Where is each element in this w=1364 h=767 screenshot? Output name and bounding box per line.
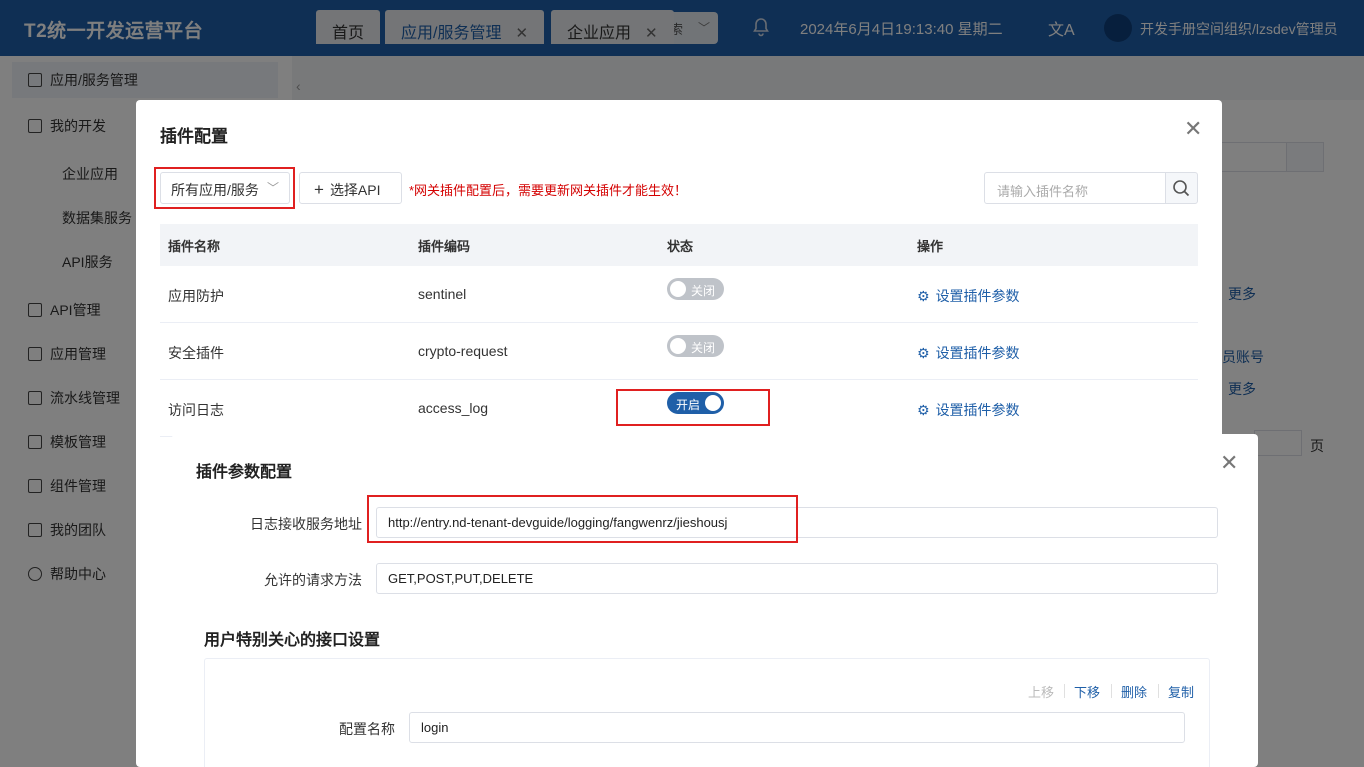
plugin-code: crypto-request <box>418 343 508 359</box>
methods-input[interactable]: GET,POST,PUT,DELETE <box>376 563 1218 594</box>
copy-button[interactable]: 复制 <box>1168 682 1194 701</box>
section-title: 用户特别关心的接口设置 <box>204 632 381 649</box>
table-row: 安全插件 crypto-request 关闭 ⚙ 设置插件参数 <box>160 323 1198 380</box>
column-header: 状态 <box>667 239 694 254</box>
plugin-name: 访问日志 <box>168 402 224 418</box>
table-header: 插件名称 插件编码 状态 操作 <box>160 224 1198 266</box>
set-plugin-params-link[interactable]: ⚙ 设置插件参数 <box>917 400 1020 420</box>
column-header: 插件编码 <box>418 239 471 254</box>
plugin-search-input[interactable]: 请输入插件名称 <box>984 172 1166 204</box>
delete-button[interactable]: 删除 <box>1121 682 1147 701</box>
log-url-label: 日志接收服务地址 <box>250 516 362 532</box>
move-down-button[interactable]: 下移 <box>1074 682 1100 701</box>
gear-icon: ⚙ <box>917 402 930 418</box>
highlight-box <box>616 389 770 426</box>
select-api-button[interactable]: + 选择API <box>299 172 402 204</box>
set-plugin-params-link[interactable]: ⚙ 设置插件参数 <box>917 343 1020 363</box>
column-header: 插件名称 <box>168 239 221 254</box>
config-name-label: 配置名称 <box>339 721 395 737</box>
highlight-box <box>154 167 295 209</box>
close-icon[interactable]: ✕ <box>1184 116 1202 142</box>
plugin-name: 安全插件 <box>168 345 224 361</box>
plugin-name: 应用防护 <box>168 288 224 304</box>
search-icon <box>1173 180 1190 197</box>
plugin-search-button[interactable] <box>1165 172 1198 204</box>
gear-icon: ⚙ <box>917 345 930 361</box>
toggle-label: 关闭 <box>691 341 716 355</box>
status-toggle[interactable]: 关闭 <box>667 278 724 300</box>
plugin-param-dialog: 插件参数配置 ✕ 日志接收服务地址 http://entry.nd-tenant… <box>172 434 1258 767</box>
methods-label: 允许的请求方法 <box>264 572 362 588</box>
dialog-title: 插件配置 <box>160 127 228 146</box>
config-name-input[interactable]: login <box>409 712 1185 743</box>
plugin-code: access_log <box>418 400 489 416</box>
highlight-box <box>367 495 798 543</box>
plugin-code: sentinel <box>418 286 467 302</box>
column-header: 操作 <box>917 239 944 254</box>
status-toggle[interactable]: 关闭 <box>667 335 724 357</box>
gear-icon: ⚙ <box>917 288 930 304</box>
toggle-label: 关闭 <box>691 284 716 298</box>
interface-config-card: 上移 下移 删除 复制 配置名称 login <box>204 658 1210 767</box>
divider <box>1111 684 1112 698</box>
dialog-title: 插件参数配置 <box>196 464 293 481</box>
divider <box>1064 684 1065 698</box>
action-label: 设置插件参数 <box>935 288 1020 304</box>
divider <box>1158 684 1159 698</box>
table-row: 应用防护 sentinel 关闭 ⚙ 设置插件参数 <box>160 266 1198 323</box>
action-label: 设置插件参数 <box>935 402 1020 418</box>
plus-icon: + <box>314 180 324 199</box>
close-icon[interactable]: ✕ <box>1220 450 1238 476</box>
move-up-button[interactable]: 上移 <box>1028 682 1054 701</box>
set-plugin-params-link[interactable]: ⚙ 设置插件参数 <box>917 286 1020 306</box>
action-label: 设置插件参数 <box>935 345 1020 361</box>
select-api-label: 选择API <box>329 182 381 198</box>
warning-text: *网关插件配置后，需要更新网关插件才能生效！ <box>409 183 688 198</box>
